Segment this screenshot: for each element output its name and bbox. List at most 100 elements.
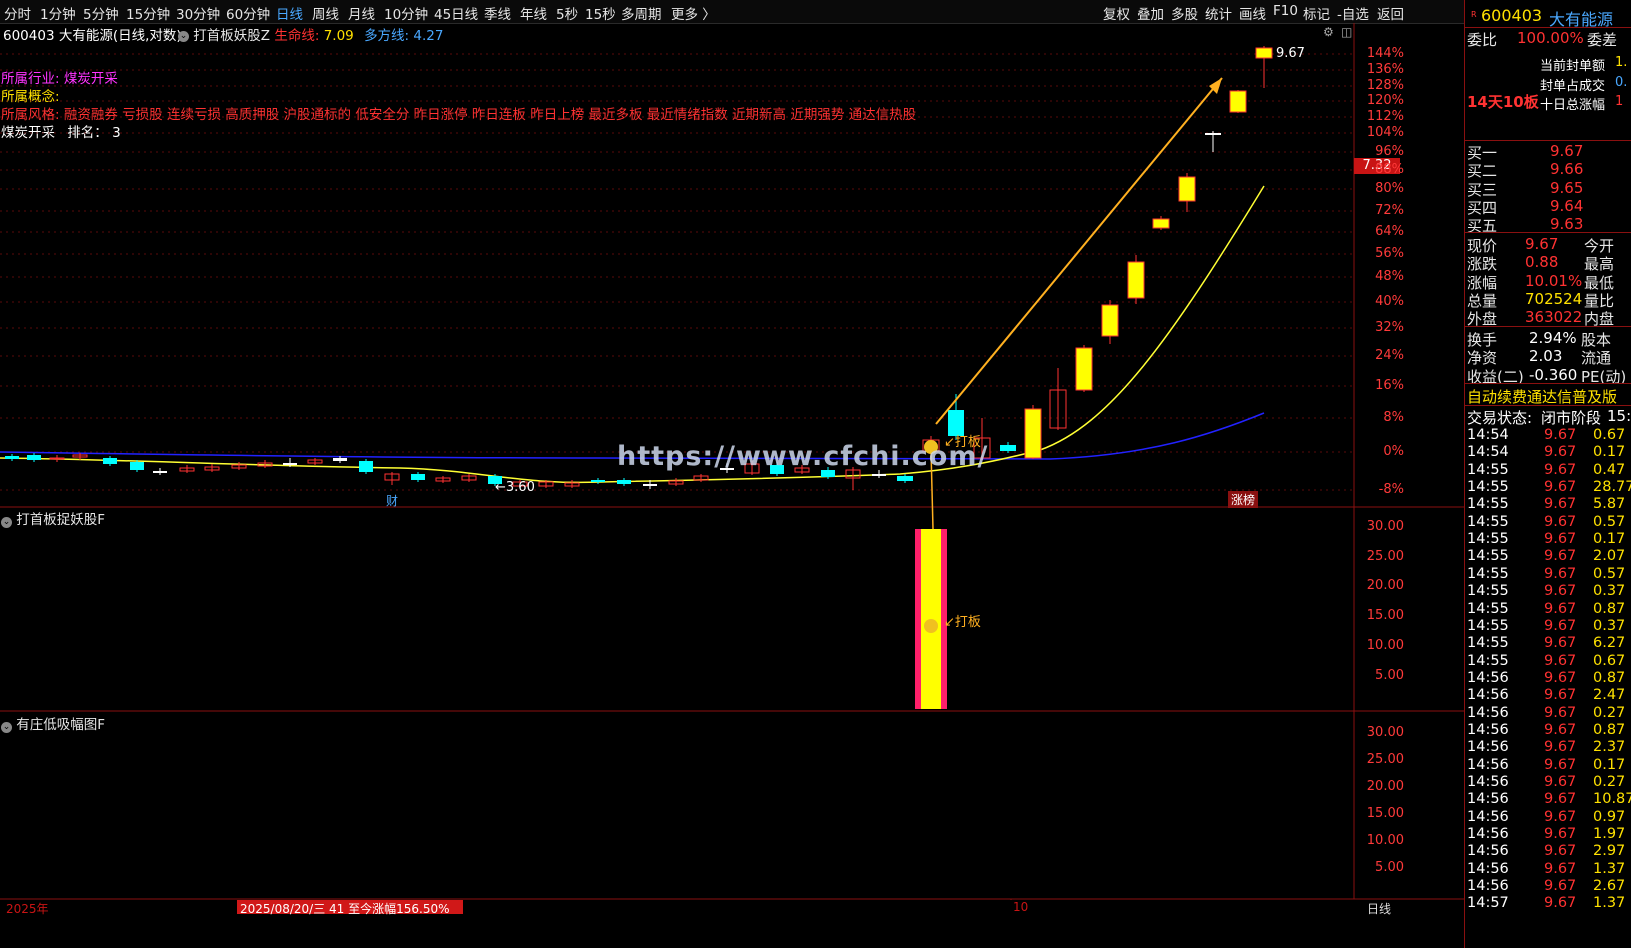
tick-time: 14:55 [1467,479,1509,496]
tick-price: 9.67 [1544,531,1577,548]
axis-label: 48% [1375,269,1404,284]
tick-time: 14:55 [1467,565,1509,582]
quote2-value: 2.94% [1529,329,1577,347]
panel-row: 14:55 9.67 0.37 [1465,618,1631,636]
tick-volume: 1.97 [1593,826,1626,843]
panel-row: 14:56 9.67 2.67 [1465,878,1631,896]
pane2-title[interactable]: ⌄ 打首板捉妖股F [1,508,105,528]
panel-row: 14:55 9.67 6.27 [1465,635,1631,653]
ad-link[interactable]: 自动续费通达信普及版 [1467,386,1617,407]
candle-body [591,480,605,482]
tick-volume: 1.37 [1593,895,1626,912]
tick-volume: 1.37 [1593,860,1626,877]
tick-volume: 2.47 [1593,687,1626,704]
tick-price: 9.67 [1544,756,1577,773]
panel-row: 14:55 9.67 2.07 [1465,548,1631,566]
weicha-label: 委差 [1587,31,1618,49]
axis-label: 96% [1375,144,1404,159]
tick-time: 14:55 [1467,635,1509,652]
pane-axis-label: 10.00 [1366,637,1404,653]
quote-value: 10.01% [1525,271,1583,290]
panel-row: 14:55 9.67 0.37 [1465,583,1631,601]
candle-body [411,474,425,480]
tick-time: 14:55 [1467,461,1509,478]
axis-label: 112% [1366,109,1404,124]
pane3-dropdown-icon[interactable]: ⌄ [1,722,12,733]
tick-volume: 28.77 [1593,479,1631,496]
axis-label: 24% [1375,348,1404,363]
quote-panel: R 600403 大有能源 委比 100.00% 委差 当前封单额 1. 封单占… [1464,0,1631,948]
status-time: 15:0 [1607,407,1631,425]
seal-amount-value: 1. [1615,55,1628,70]
tick-price: 9.67 [1544,721,1577,738]
pane-axis-label: 25.00 [1366,548,1404,564]
candle-body [1178,176,1196,202]
pane-axis-label: 15.00 [1366,806,1404,821]
pane3-title[interactable]: ⌄ 有庄低吸幅图F [1,713,105,733]
tick-price: 9.67 [1544,513,1577,530]
quote2-value: -0.360 [1529,365,1578,384]
tick-volume: 0.67 [1593,427,1626,443]
tick-time: 14:56 [1467,791,1509,808]
candle-body [1101,304,1119,337]
candle-body [49,457,65,460]
quote-value: 702524 [1525,289,1583,308]
panel-row: 换手 2.94% 股本 [1465,329,1631,349]
tick-time: 14:55 [1467,617,1509,634]
tick-price: 9.67 [1544,704,1577,721]
tick-time: 14:55 [1467,496,1509,513]
axis-label: 64% [1375,224,1404,239]
tick-volume: 0.47 [1593,461,1626,478]
cai-marker[interactable]: 财 [386,492,398,509]
panel-row: 14:56 9.67 0.97 [1465,809,1631,827]
r-badge-icon: R [1471,10,1477,19]
candle-body [283,463,297,465]
panel-row: 14:56 9.67 0.17 [1465,757,1631,775]
tick-volume: 0.57 [1593,513,1626,530]
axis-label: 80% [1375,181,1404,196]
low-price-label: 3.60 [505,480,535,495]
tick-volume: 0.67 [1593,652,1626,669]
zhangbang-marker[interactable]: 涨榜 [1228,491,1259,508]
tick-price: 9.67 [1544,669,1577,686]
candle-body [103,458,117,464]
axis-label: 16% [1375,378,1404,393]
quote-value: 0.88 [1525,253,1559,272]
tick-price: 9.67 [1544,860,1577,877]
tick-volume: 6.27 [1593,635,1626,652]
panel-row: 买五 9.63 [1465,215,1631,235]
tick-price: 9.67 [1544,774,1577,790]
panel-row: 买一 9.67 [1465,142,1631,162]
year-label: 2025年 [6,902,49,916]
axis-label: 128% [1366,78,1404,93]
panel-row: 14:56 9.67 10.87 [1465,791,1631,809]
period-label[interactable]: 日线 [1367,900,1391,917]
pane2-dropdown-icon[interactable]: ⌄ [1,517,12,528]
dabang-label: 打板 [954,435,981,450]
tick-time: 14:56 [1467,669,1509,686]
quote2-value: 2.03 [1529,347,1563,366]
panel-row: 14:54 9.67 0.67 [1465,427,1631,445]
panel-row: 涨跌 0.88 最高 [1465,253,1631,273]
tick-time: 14:56 [1467,774,1509,790]
status-label: 交易状态: [1467,409,1533,427]
panel-row: 买三 9.65 [1465,179,1631,199]
tick-volume: 5.87 [1593,496,1626,513]
tick-price: 9.67 [1544,808,1577,825]
tick-price: 9.67 [1544,479,1577,496]
tick-price: 9.67 [1544,444,1577,461]
ten-day-label: 十日总涨幅 [1540,98,1606,113]
status-value: 闭市阶段 [1541,409,1602,427]
tick-time: 14:56 [1467,721,1509,738]
tick-time: 14:55 [1467,513,1509,530]
axis-label: 72% [1375,203,1404,218]
tick-price: 9.67 [1544,548,1577,565]
pane-axis-label: 5.00 [1375,860,1404,875]
pane-axis-label: 10.00 [1366,833,1404,848]
panel-row: 收益(二) -0.360 PE(动) [1465,365,1631,386]
quote-value: 9.67 [1525,235,1559,253]
tick-volume: 0.87 [1593,721,1626,738]
panel-row: 14:56 9.67 0.87 [1465,670,1631,688]
tick-volume: 10.87 [1593,791,1631,808]
kline-chart[interactable] [0,0,1464,948]
